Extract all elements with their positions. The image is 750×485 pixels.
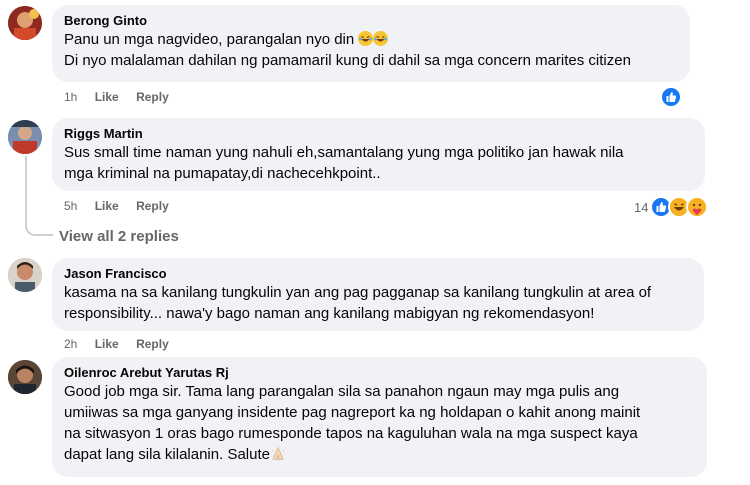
comment-bubble: Jason Francisco kasama na sa kanilang tu… xyxy=(52,258,704,331)
avatar-image xyxy=(8,258,42,292)
comment-time[interactable]: 2h xyxy=(64,337,77,351)
reply-button[interactable]: Reply xyxy=(136,199,169,213)
comment-author[interactable]: Riggs Martin xyxy=(64,125,693,142)
reaction-count: 14 xyxy=(634,199,649,215)
avatar[interactable] xyxy=(8,360,42,394)
comment-text: Sus small time naman yung nahuli eh,sama… xyxy=(64,144,624,161)
care-reaction-icon xyxy=(686,196,709,218)
comment-meta: 5h Like Reply xyxy=(64,198,183,214)
reaction-summary[interactable]: 14 xyxy=(634,196,709,218)
laughing-emoji-icon xyxy=(358,31,374,46)
reply-button[interactable]: Reply xyxy=(136,90,169,104)
avatar-image xyxy=(8,360,42,394)
like-button[interactable]: Like xyxy=(95,90,119,104)
comment-text: kasama na sa kanilang tungkulin yan ang … xyxy=(64,284,652,301)
comment-author[interactable]: Oilenroc Arebut Yarutas Rj xyxy=(64,364,695,381)
comment-time[interactable]: 5h xyxy=(64,199,77,213)
comment-text: responsibility... nawa'y bago naman ang … xyxy=(64,305,595,322)
comment-text: na sitwasyon 1 oras bago rumesponde tapo… xyxy=(64,425,638,442)
comment-text: umiiwas sa mga ganyang insidente pag nag… xyxy=(64,404,641,421)
comment-text-line: dapat lang sila kilalanin. Salute xyxy=(64,444,695,465)
comment-text: Panu un mga nagvideo, parangalan nyo din xyxy=(64,31,355,48)
comment-author[interactable]: Jason Francisco xyxy=(64,265,692,282)
avatar-image xyxy=(8,120,42,154)
like-reaction-icon xyxy=(660,86,682,108)
like-button[interactable]: Like xyxy=(95,199,119,213)
comment-text-line: Panu un mga nagvideo, parangalan nyo din xyxy=(64,29,678,50)
comment-text: Di nyo malalaman dahilan ng pamamaril ku… xyxy=(64,52,631,69)
avatar[interactable] xyxy=(8,6,42,40)
comment-bubble: Oilenroc Arebut Yarutas Rj Good job mga … xyxy=(52,357,707,477)
like-button[interactable]: Like xyxy=(95,337,119,351)
avatar-image xyxy=(8,6,42,40)
comment-bubble: Berong Ginto Panu un mga nagvideo, paran… xyxy=(52,5,690,82)
comment-meta: 1h Like Reply xyxy=(64,89,183,105)
comment-meta: 2h Like Reply xyxy=(64,336,183,352)
comment-time[interactable]: 1h xyxy=(64,90,77,104)
folded-hands-emoji-icon xyxy=(270,446,285,461)
comment-text: Good job mga sir. Tama lang parangalan s… xyxy=(64,383,620,400)
avatar[interactable] xyxy=(8,258,42,292)
avatar[interactable] xyxy=(8,120,42,154)
reaction-summary[interactable] xyxy=(660,86,682,108)
comment-author[interactable]: Berong Ginto xyxy=(64,12,678,29)
comment-text: dapat lang sila kilalanin. Salute xyxy=(64,446,270,463)
view-replies-link[interactable]: View all 2 replies xyxy=(59,228,179,245)
comment-bubble: Riggs Martin Sus small time naman yung n… xyxy=(52,118,705,191)
laughing-emoji-icon xyxy=(373,31,389,46)
comment-text: mga kriminal na pumapatay,di nachecehkpo… xyxy=(64,165,381,182)
thread-connector xyxy=(25,156,53,236)
reply-button[interactable]: Reply xyxy=(136,337,169,351)
